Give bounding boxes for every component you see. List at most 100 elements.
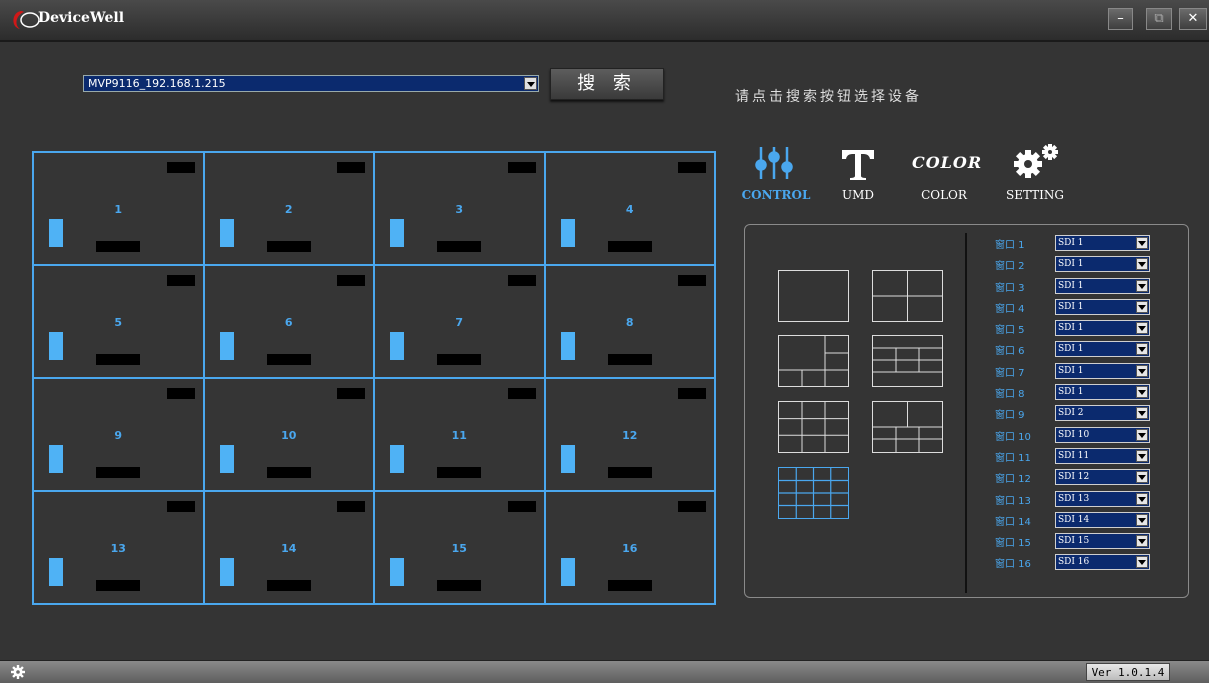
- window-source-value: SDI 10: [1058, 429, 1090, 440]
- window-source-select[interactable]: SDI 12: [1055, 469, 1150, 486]
- grid-window-11[interactable]: 11: [373, 377, 546, 492]
- window-number: 16: [622, 542, 638, 555]
- window-tag: [166, 388, 195, 399]
- window-row-label: 窗口 3: [995, 282, 1025, 294]
- restore-button[interactable]: ⧉: [1146, 8, 1172, 30]
- gear-icon[interactable]: [10, 664, 26, 680]
- grid-window-12[interactable]: 12: [543, 377, 716, 492]
- layout-8-button[interactable]: [872, 335, 943, 387]
- window-source-select[interactable]: SDI 2: [1055, 405, 1150, 422]
- chevron-down-icon[interactable]: [1136, 492, 1148, 505]
- grid-window-9[interactable]: 9: [32, 377, 205, 492]
- tab-umd-label: UMD: [841, 188, 875, 202]
- tab-color-label: COLOR: [921, 188, 967, 202]
- chevron-down-icon[interactable]: [1136, 237, 1148, 249]
- chevron-down-icon[interactable]: [1136, 322, 1148, 335]
- grid-window-4[interactable]: 4: [543, 151, 716, 266]
- layout-6-button[interactable]: [778, 335, 849, 387]
- chevron-down-icon[interactable]: [1136, 343, 1148, 356]
- audio-meter: [560, 558, 575, 586]
- close-button[interactable]: ✕: [1179, 8, 1207, 30]
- text-icon: [842, 150, 874, 180]
- audio-meter: [560, 332, 575, 360]
- layout-1-button[interactable]: [778, 270, 849, 322]
- grid-window-3[interactable]: 3: [373, 151, 546, 266]
- window-label-bar: [607, 241, 652, 252]
- window-row-label: 窗口 14: [995, 516, 1031, 528]
- window-source-select[interactable]: SDI 1: [1055, 298, 1150, 315]
- chevron-down-icon[interactable]: [1136, 407, 1148, 420]
- window-tag: [678, 275, 706, 286]
- tab-setting-label: SETTING: [1005, 188, 1065, 202]
- search-button[interactable]: 搜 索: [550, 68, 664, 100]
- chevron-down-icon[interactable]: [1136, 556, 1148, 569]
- device-select[interactable]: MVP9116_192.168.1.215: [83, 75, 539, 92]
- grid-window-16[interactable]: 16: [543, 490, 716, 605]
- window-source-select[interactable]: SDI 1: [1055, 256, 1150, 273]
- window-number: 7: [455, 316, 464, 329]
- chevron-down-icon[interactable]: [524, 77, 537, 90]
- chevron-down-icon[interactable]: [1136, 513, 1148, 526]
- window-source-select[interactable]: SDI 1: [1055, 277, 1150, 294]
- window-source-select[interactable]: SDI 1: [1055, 235, 1150, 251]
- tab-color[interactable]: COLOR COLOR: [910, 140, 981, 206]
- layout-7-icon: [873, 402, 942, 452]
- app-title: DeviceWell: [38, 10, 125, 26]
- window-label-bar: [96, 580, 140, 591]
- layout-7-button[interactable]: [872, 401, 943, 453]
- grid-window-8[interactable]: 8: [543, 264, 716, 379]
- chevron-down-icon[interactable]: [1136, 428, 1148, 441]
- window-tag: [166, 275, 195, 286]
- window-source-select[interactable]: SDI 10: [1055, 426, 1150, 443]
- chevron-down-icon[interactable]: [1136, 386, 1148, 399]
- grid-window-2[interactable]: 2: [202, 151, 375, 266]
- window-source-select[interactable]: SDI 11: [1055, 447, 1150, 464]
- window-source-select[interactable]: SDI 15: [1055, 533, 1150, 550]
- grid-window-1[interactable]: 1: [32, 151, 205, 266]
- window-row-label: 窗口 1: [995, 240, 1025, 251]
- tab-control[interactable]: CONTROL: [740, 140, 812, 206]
- window-row-label: 窗口 11: [995, 452, 1031, 464]
- window-label-bar: [266, 354, 311, 365]
- audio-meter: [219, 332, 234, 360]
- window-source-select[interactable]: SDI 16: [1055, 554, 1150, 571]
- audio-meter: [49, 219, 63, 247]
- window-source-select[interactable]: SDI 1: [1055, 384, 1150, 401]
- layout-16-button[interactable]: [778, 467, 849, 519]
- window-source-select[interactable]: SDI 13: [1055, 490, 1150, 507]
- audio-meter: [390, 332, 404, 360]
- window-row-label: 窗口 10: [995, 431, 1031, 443]
- window-number: 4: [625, 203, 634, 216]
- window-source-select[interactable]: SDI 14: [1055, 511, 1150, 528]
- chevron-down-icon[interactable]: [1136, 364, 1148, 377]
- layout-4-button[interactable]: [872, 270, 943, 322]
- window-source-value: SDI 1: [1058, 323, 1084, 334]
- audio-meter: [390, 219, 404, 247]
- grid-window-10[interactable]: 10: [202, 377, 375, 492]
- window-number: 11: [451, 429, 467, 442]
- chevron-down-icon[interactable]: [1136, 535, 1148, 548]
- window-source-select[interactable]: SDI 1: [1055, 341, 1150, 358]
- window-source-select[interactable]: SDI 1: [1055, 362, 1150, 379]
- tab-setting[interactable]: SETTING: [1000, 140, 1070, 206]
- layout-9-button[interactable]: [778, 401, 849, 453]
- window-label-bar: [607, 354, 652, 365]
- window-label-bar: [266, 580, 311, 591]
- chevron-down-icon[interactable]: [1136, 258, 1148, 271]
- grid-window-6[interactable]: 6: [202, 264, 375, 379]
- grid-window-5[interactable]: 5: [32, 264, 205, 379]
- grid-window-15[interactable]: 15: [373, 490, 546, 605]
- tab-umd[interactable]: UMD: [836, 140, 880, 206]
- chevron-down-icon[interactable]: [1136, 449, 1148, 462]
- grid-window-14[interactable]: 14: [202, 490, 375, 605]
- title-bar: DeviceWell – ⧉ ✕: [0, 0, 1209, 42]
- grid-window-7[interactable]: 7: [373, 264, 546, 379]
- minimize-button[interactable]: –: [1108, 8, 1133, 30]
- chevron-down-icon[interactable]: [1136, 300, 1148, 313]
- chevron-down-icon[interactable]: [1136, 279, 1148, 292]
- window-number: 9: [114, 429, 123, 442]
- grid-window-13[interactable]: 13: [32, 490, 205, 605]
- window-tag: [678, 162, 706, 173]
- window-source-select[interactable]: SDI 1: [1055, 320, 1150, 337]
- chevron-down-icon[interactable]: [1136, 471, 1148, 484]
